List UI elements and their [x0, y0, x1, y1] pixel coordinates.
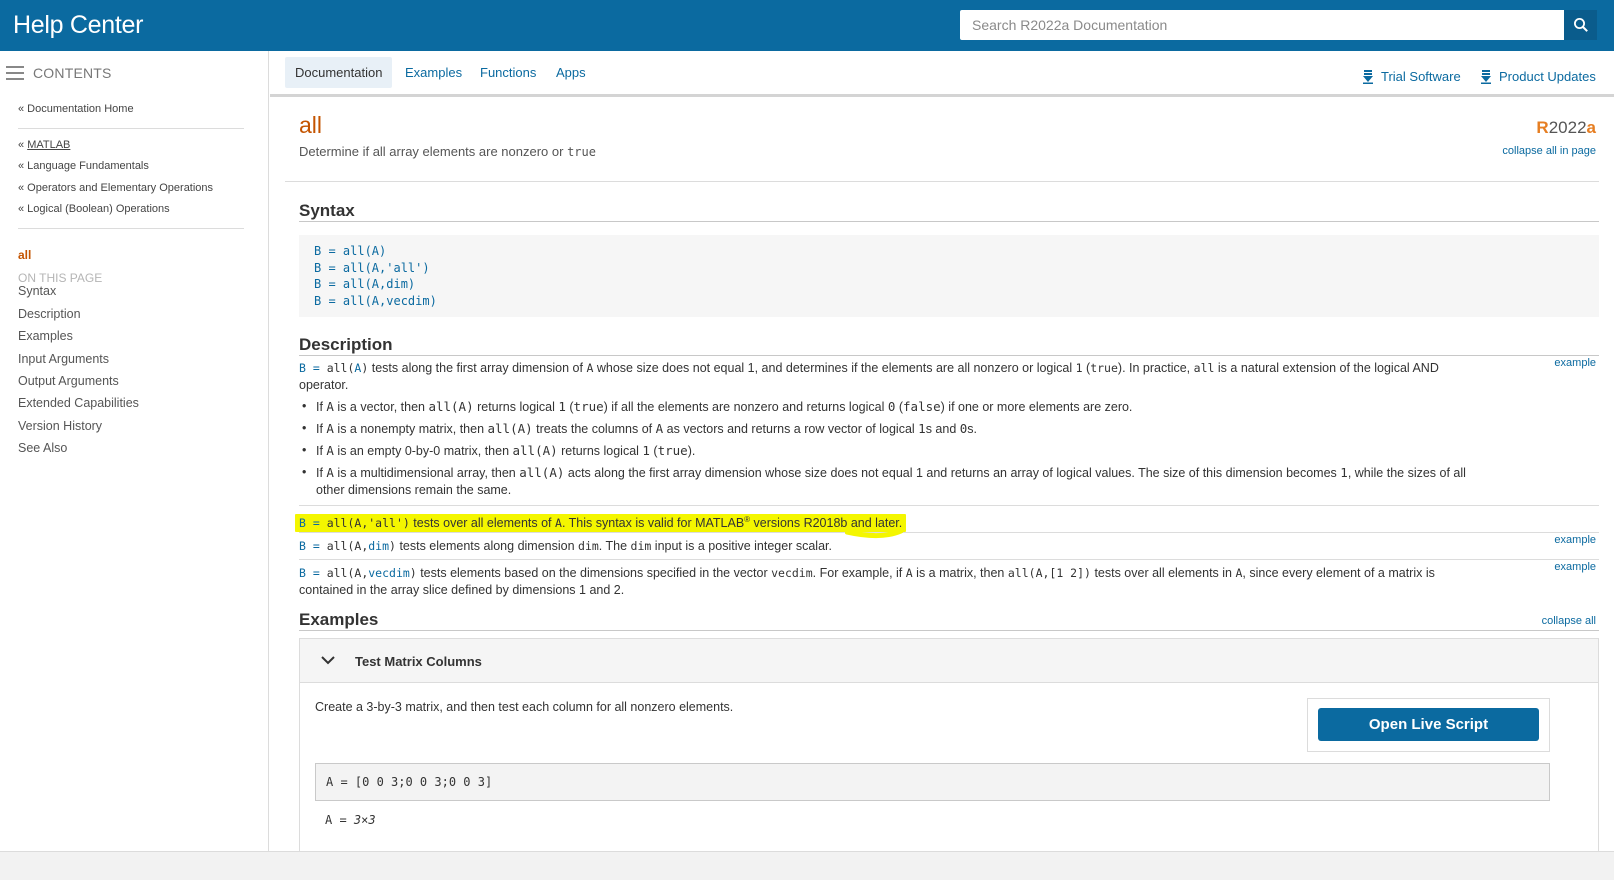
- bullet-item: If A is a multidimensional array, then a…: [299, 464, 1479, 499]
- bullet-item: If A is an empty 0-by-0 matrix, then all…: [299, 442, 1479, 460]
- search-icon: [1573, 18, 1588, 32]
- tab-functions[interactable]: Functions: [470, 57, 546, 88]
- tab-apps[interactable]: Apps: [546, 57, 596, 88]
- text-fragment: ). In practice,: [1117, 361, 1194, 375]
- bottom-scroll-bar[interactable]: [0, 851, 1614, 880]
- example-title: Test Matrix Columns: [355, 654, 482, 669]
- description-paragraph: B = all(A) tests along the first array d…: [299, 360, 1459, 394]
- highlighter-tail: [845, 528, 904, 539]
- sidebar-item-version-history[interactable]: Version History: [18, 419, 102, 433]
- description-dim-syntax: B = all(A,dim) tests elements along dime…: [299, 539, 832, 553]
- text-fragment: tests along the first array dimension of: [368, 361, 587, 375]
- example-panel: Test Matrix Columns Create a 3-by-3 matr…: [299, 638, 1599, 880]
- page-title: all: [299, 112, 323, 138]
- sidebar: CONTENTS « Documentation Home « MATLAB «…: [0, 51, 269, 880]
- product-updates-label: Product Updates: [1499, 69, 1596, 84]
- release-r: R: [1536, 118, 1549, 137]
- contents-label: CONTENTS: [33, 65, 112, 81]
- breadcrumb-language-fundamentals[interactable]: « Language Fundamentals: [18, 160, 149, 172]
- purpose-text: Determine if all array elements are nonz…: [299, 144, 568, 159]
- code-fragment: all: [1193, 361, 1215, 375]
- breadcrumb-operators[interactable]: « Operators and Elementary Operations: [18, 182, 213, 194]
- example-description: Create a 3-by-3 matrix, and then test ea…: [315, 700, 734, 714]
- syntax-line[interactable]: B = all(A,dim): [314, 276, 1599, 293]
- examples-rule: [299, 630, 1599, 631]
- description-rule: [299, 355, 1599, 356]
- breadcrumb-matlab[interactable]: « MATLAB: [18, 139, 70, 151]
- code-fragment: 1: [1075, 361, 1083, 375]
- example-panel-header[interactable]: Test Matrix Columns: [300, 639, 1598, 683]
- download-icon: [1363, 69, 1373, 84]
- code-output: A = 3×3: [325, 813, 376, 827]
- sidebar-item-input-arguments[interactable]: Input Arguments: [18, 352, 109, 366]
- description-all-syntax: B = all(A,'all') tests over all elements…: [295, 511, 907, 533]
- description-divider: [299, 505, 1599, 506]
- title-divider: [285, 181, 1599, 182]
- highlight-mark: B = all(A,'all') tests over all elements…: [295, 514, 907, 533]
- release-a: a: [1586, 118, 1596, 137]
- sidebar-current-page[interactable]: all: [18, 248, 31, 262]
- main-content: all Determine if all array elements are …: [285, 100, 1614, 880]
- bullet-item: If A is a vector, then all(A) returns lo…: [299, 398, 1479, 416]
- sidebar-divider: [18, 128, 244, 129]
- tab-documentation[interactable]: Documentation: [285, 57, 393, 88]
- live-script-frame: Open Live Script: [1307, 698, 1550, 752]
- on-this-page-label: ON THIS PAGE: [18, 271, 103, 285]
- trial-software-label: Trial Software: [1381, 69, 1461, 84]
- sidebar-divider: [18, 228, 244, 229]
- doc-tabs: Documentation Examples Functions Apps Tr…: [270, 51, 1614, 97]
- breadcrumb-logical-operations[interactable]: « Logical (Boolean) Operations: [18, 203, 170, 215]
- breadcrumb-prefix: «: [18, 139, 28, 151]
- description-vecdim-syntax: B = all(A,vecdim) tests elements based o…: [299, 566, 1435, 597]
- sidebar-item-description[interactable]: Description: [18, 307, 81, 321]
- sidebar-item-syntax[interactable]: Syntax: [18, 284, 56, 298]
- sidebar-item-examples[interactable]: Examples: [18, 329, 73, 343]
- example-link[interactable]: example: [1554, 357, 1596, 369]
- hamburger-menu-icon[interactable]: [6, 66, 24, 80]
- bullet-item: If A is a nonempty matrix, then all(A) t…: [299, 420, 1479, 438]
- description-divider: [299, 559, 1599, 560]
- sidebar-item-extended-capabilities[interactable]: Extended Capabilities: [18, 396, 139, 410]
- release-year: 2022: [1548, 118, 1587, 137]
- syntax-rule: [299, 221, 1599, 222]
- code-fragment: true: [1090, 361, 1118, 375]
- breadcrumb-doc-home[interactable]: « Documentation Home: [18, 103, 134, 115]
- top-bar: Help Center: [0, 0, 1614, 51]
- tab-examples[interactable]: Examples: [395, 57, 472, 88]
- code-fragment: all(: [326, 361, 355, 375]
- brand-title[interactable]: Help Center: [13, 11, 143, 40]
- open-live-script-button[interactable]: Open Live Script: [1318, 708, 1539, 741]
- example-link[interactable]: example: [1554, 534, 1596, 546]
- page-purpose: Determine if all array elements are nonz…: [299, 144, 596, 159]
- contents-toggle[interactable]: CONTENTS: [6, 65, 112, 81]
- trial-software-link[interactable]: Trial Software: [1363, 69, 1461, 84]
- description-heading: Description: [299, 335, 393, 354]
- download-icon: [1481, 69, 1491, 84]
- syntax-line[interactable]: B = all(A): [314, 243, 1599, 260]
- examples-heading: Examples: [299, 610, 379, 629]
- product-updates-link[interactable]: Product Updates: [1481, 69, 1596, 84]
- code-block[interactable]: A = [0 0 3;0 0 3;0 0 3]: [315, 763, 1550, 801]
- description-divider: [299, 532, 1599, 533]
- syntax-line[interactable]: B = all(A,'all'): [314, 260, 1599, 277]
- code-fragment: B =: [299, 361, 327, 375]
- syntax-heading: Syntax: [299, 201, 355, 220]
- collapse-all-in-page-link[interactable]: collapse all in page: [1502, 145, 1596, 157]
- search-input[interactable]: [960, 10, 1565, 40]
- example-link[interactable]: example: [1554, 561, 1596, 573]
- breadcrumb-matlab-label[interactable]: MATLAB: [27, 139, 70, 151]
- search-box: [960, 10, 1597, 40]
- description-bullets: If A is a vector, then all(A) returns lo…: [299, 398, 1479, 503]
- release-badge: R2022a: [1536, 118, 1596, 138]
- collapse-all-link[interactable]: collapse all: [1542, 615, 1596, 627]
- chevron-down-icon[interactable]: [320, 653, 336, 667]
- purpose-code: true: [567, 145, 596, 159]
- sidebar-item-output-arguments[interactable]: Output Arguments: [18, 374, 119, 388]
- text-fragment: whose size does not equal 1, and determi…: [593, 361, 1076, 375]
- sidebar-item-see-also[interactable]: See Also: [18, 441, 67, 455]
- syntax-box: B = all(A) B = all(A,'all') B = all(A,di…: [299, 235, 1599, 317]
- search-button[interactable]: [1564, 10, 1597, 40]
- syntax-line[interactable]: B = all(A,vecdim): [314, 293, 1599, 310]
